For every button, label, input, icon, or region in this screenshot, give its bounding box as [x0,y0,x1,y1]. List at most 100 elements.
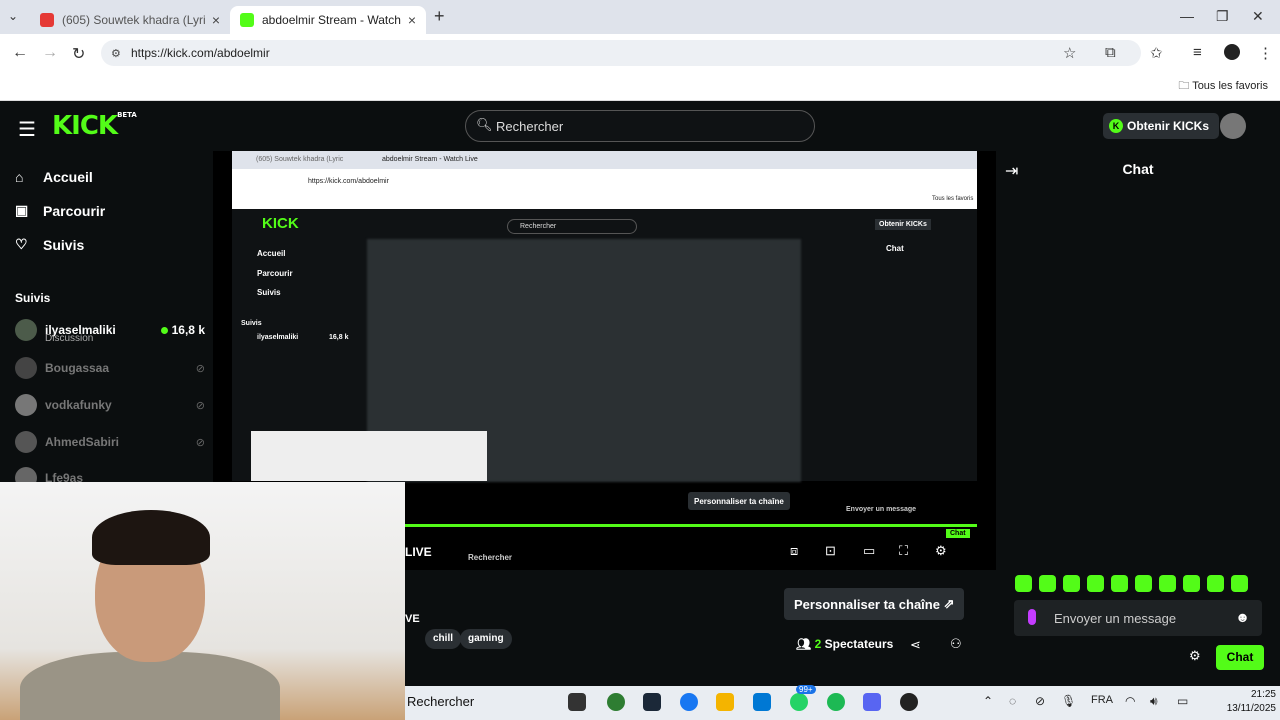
emote-icon[interactable] [1015,575,1032,592]
taskbar-search[interactable]: Rechercher [407,694,474,709]
emote-icon[interactable] [1159,575,1176,592]
followed-channel[interactable]: vodkafunky ⊘ [15,390,205,420]
tag-gaming[interactable]: gaming [460,629,512,649]
tab-kick[interactable]: abdoelmir Stream - Watch Live × [230,6,426,34]
show-hidden-icons[interactable]: ⌃ [983,694,993,708]
tray-app-icon[interactable]: ⊘ [1035,694,1045,708]
emote-icon[interactable] [1135,575,1152,592]
viewer-count-value: 16,8 k [171,323,205,337]
chat-settings-icon[interactable]: ⚙ [1189,648,1201,664]
streamer-hair [92,510,210,565]
forward-icon[interactable]: → [42,44,58,62]
emoji-icon[interactable]: ☻ [1235,609,1250,625]
tag-chill[interactable]: chill [425,629,462,649]
user-avatar[interactable] [1220,113,1246,139]
whatsapp-icon[interactable] [790,693,808,711]
steam-icon[interactable] [643,693,661,711]
inner-chat-title: Chat [886,244,904,253]
settings-icon[interactable]: ⚙ [935,543,947,559]
favorites-icon[interactable]: ✩ [1150,44,1163,62]
battery-icon[interactable]: ▭ [1177,694,1188,708]
site-info-icon[interactable]: ⚙ [111,47,121,60]
inner-webcam [251,431,487,481]
all-bookmarks[interactable]: 🗀 Tous les favoris [1178,77,1268,96]
back-icon[interactable]: ← [12,44,28,62]
streamer-shirt [20,652,280,720]
profile-avatar[interactable] [1224,44,1240,60]
minimize-icon[interactable]: — [1180,8,1194,24]
chat-send-button[interactable]: Chat [1216,645,1264,670]
share-icon[interactable]: ⋖ [910,637,921,653]
hamburger-menu-icon[interactable]: ☰ [18,117,36,142]
pip-icon[interactable]: ▭ [863,543,875,559]
get-kicks-button[interactable]: K Obtenir KICKs [1103,113,1220,139]
emote-icon[interactable] [1231,575,1248,592]
follow-icon[interactable]: ⚇ [950,636,962,652]
emote-icon[interactable] [1087,575,1104,592]
inner-nav: Suivis [257,288,281,297]
sidebar-item-home[interactable]: ⌂ Accueil [15,169,93,185]
sidebar-item-following[interactable]: ♡ Suivis [15,236,84,253]
bookmark-star-icon[interactable]: ☆ [1063,44,1076,62]
followed-channel[interactable]: ilyaselmaliki 16,8 k [15,315,205,345]
logo-text: KICK [52,111,118,141]
sidebar-item-browse[interactable]: ▣ Parcourir [15,202,105,219]
close-window-icon[interactable]: ✕ [1252,8,1264,25]
chrome-icon[interactable] [607,693,625,711]
clip-icon[interactable]: ⊡ [825,543,836,559]
search-placeholder: Rechercher [496,118,564,134]
mic-icon[interactable] [1028,609,1036,625]
inner-kicks: Obtenir KICKs [875,219,931,230]
emote-icon[interactable] [1183,575,1200,592]
reload-icon[interactable]: ↻ [72,44,85,64]
title-fragment: VE [405,613,420,625]
clock[interactable]: 21:25 13/11/2025 [1220,688,1276,716]
wifi-icon[interactable]: ◠ [1125,694,1135,708]
close-icon[interactable]: × [212,12,220,28]
menu-icon[interactable]: ⋮ [1258,44,1273,62]
inner-message: Envoyer un message [846,506,917,513]
close-icon[interactable]: × [408,12,416,28]
avatar [15,394,37,416]
inner-tab-title: abdoelmir Stream - Watch Live [382,156,478,163]
followed-channel[interactable]: Bougassaa ⊘ [15,353,205,383]
inner-bookmarks: Tous les favoris [932,196,974,202]
language-indicator[interactable]: FRA [1091,694,1113,706]
file-explorer-icon[interactable] [716,693,734,711]
emote-icon[interactable] [1063,575,1080,592]
customize-channel-button[interactable]: Personnaliser ta chaîne ⇗ [784,588,965,620]
maximize-icon[interactable]: ❐ [1216,8,1229,25]
search-input[interactable]: 🔍︎ Rechercher [465,110,815,142]
kick-logo[interactable]: KICKBETA [52,111,137,141]
get-kicks-label: Obtenir KICKs [1127,119,1210,133]
media-icon[interactable]: ≡ [1193,44,1202,61]
emote-icon[interactable] [1207,575,1224,592]
tray-app-icon[interactable]: ◌ [1009,694,1016,708]
emote-icon[interactable] [1039,575,1056,592]
progress-bar[interactable] [405,524,977,527]
microphone-icon[interactable]: 🎙︎ [1061,694,1076,708]
obs-icon[interactable] [900,693,918,711]
viewer-count: 👥︎ 2 Spectateurs [796,637,893,651]
followed-channel[interactable]: AhmedSabiri ⊘ [15,427,205,457]
tab-search-icon[interactable]: ⌄ [8,9,18,23]
kicks-icon: K [1109,119,1123,133]
facebook-icon[interactable] [680,693,698,711]
volume-icon[interactable]: 🔊︎ [1150,694,1158,709]
address-bar[interactable]: ⚙ https://kick.com/abdoelmir [101,40,1141,66]
theater-mode-icon[interactable]: ⧈ [790,543,798,559]
extensions-icon[interactable]: ⧉ [1105,44,1116,61]
store-icon[interactable] [753,693,771,711]
chat-message-input[interactable]: Envoyer un message ☻ [1014,600,1262,636]
new-tab-icon[interactable]: + [434,6,445,27]
channel-name: vodkafunky [45,398,112,412]
discord-icon[interactable] [863,693,881,711]
collapse-chat-icon[interactable]: ⇥ [1005,161,1018,181]
fullscreen-icon[interactable]: ⛶ [899,543,908,559]
tab-youtube[interactable]: (605) Souwtek khadra (Lyric × [30,6,230,34]
task-view-icon[interactable] [568,693,586,711]
spotify-icon[interactable] [827,693,845,711]
emote-icon[interactable] [1111,575,1128,592]
inner-follow: ilyaselmaliki [257,334,299,341]
inner-tab-strip: (605) Souwtek khadra (Lyric abdoelmir St… [232,151,977,169]
